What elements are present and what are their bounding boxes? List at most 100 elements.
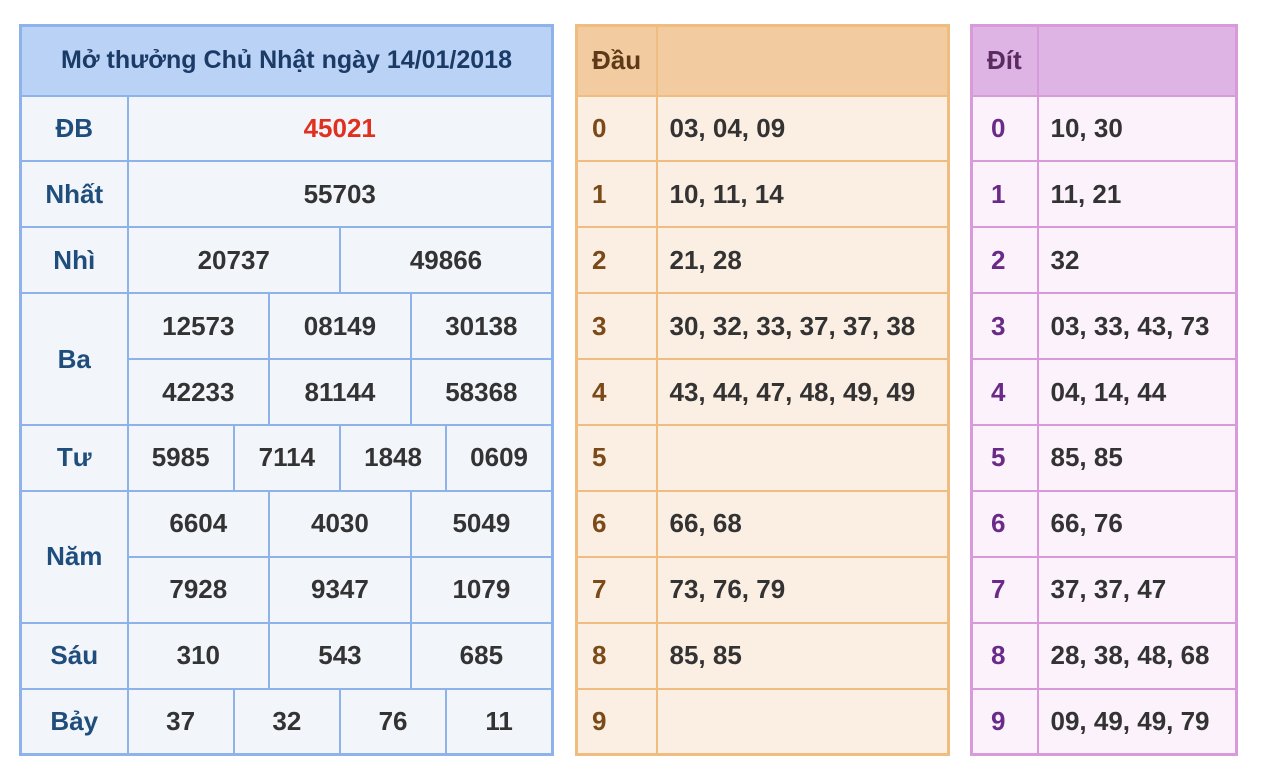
dau-digit: 3	[575, 292, 658, 361]
dit-numbers: 04, 14, 44	[1036, 358, 1238, 426]
dau-row: 9	[575, 687, 950, 756]
prize-value: 32	[232, 687, 341, 756]
prize-value: 76	[338, 687, 448, 756]
dau-numbers	[655, 687, 950, 756]
dit-numbers: 37, 37, 47	[1036, 555, 1238, 624]
prize-row-tu: Tư 5985 7114 1848 0609	[19, 423, 554, 492]
dit-row: 4 04, 14, 44	[970, 358, 1238, 426]
dau-digit: 2	[575, 226, 658, 295]
dit-row: 2 32	[970, 226, 1238, 295]
results-header-row: Mở thưởng Chủ Nhật ngày 14/01/2018	[19, 24, 554, 97]
dit-digit: 5	[970, 423, 1039, 492]
prize-row-nam: Năm 6604 4030 5049	[19, 489, 554, 624]
prize-label-nhat: Nhất	[19, 160, 129, 229]
dit-digit: 8	[970, 621, 1039, 690]
dau-row: 1 10, 11, 14	[575, 160, 950, 229]
dit-header: Đít	[970, 24, 1039, 97]
dit-rows: 0 10, 30 1 11, 21 2 32 3 03, 33, 43, 73 4 04, 14,…	[970, 94, 1238, 756]
prize-value: 543	[268, 621, 412, 690]
dit-numbers: 09, 49, 49, 79	[1036, 687, 1238, 756]
prize-value: 20737	[126, 226, 341, 295]
dau-numbers	[655, 423, 950, 492]
prize-row-db: ĐB 45021	[19, 94, 554, 163]
prize-value: 5985	[126, 423, 235, 492]
dit-numbers: 03, 33, 43, 73	[1036, 292, 1238, 361]
prize-value: 7114	[232, 423, 341, 492]
dit-digit: 4	[970, 358, 1039, 426]
dau-numbers: 43, 44, 47, 48, 49, 49	[655, 358, 950, 426]
prize-value: 37	[126, 687, 235, 756]
prize-label-bay: Bảy	[19, 687, 129, 756]
dau-header-blank	[655, 24, 950, 97]
prize-value: 1848	[338, 423, 448, 492]
prize-label-ba: Ba	[19, 292, 129, 426]
special-prize-value: 45021	[126, 94, 554, 163]
dit-row: 1 11, 21	[970, 160, 1238, 229]
dit-digit: 1	[970, 160, 1039, 229]
prize-value: 42233	[126, 358, 271, 426]
dau-row: 4 43, 44, 47, 48, 49, 49	[575, 358, 950, 426]
dit-row: 8 28, 38, 48, 68	[970, 621, 1238, 690]
dau-row: 5	[575, 423, 950, 492]
prize-label-sau: Sáu	[19, 621, 129, 690]
dit-numbers: 11, 21	[1036, 160, 1238, 229]
dit-digit: 6	[970, 489, 1039, 558]
dau-rows: 0 03, 04, 09 1 10, 11, 14 2 21, 28 3 30, 32, 33…	[575, 94, 950, 756]
dau-numbers: 30, 32, 33, 37, 37, 38	[655, 292, 950, 361]
prize-label-tu: Tư	[19, 423, 129, 492]
dau-digit: 7	[575, 555, 658, 624]
dau-numbers: 03, 04, 09	[655, 94, 950, 163]
dau-row: 0 03, 04, 09	[575, 94, 950, 163]
dau-digit: 4	[575, 358, 658, 426]
dau-row: 2 21, 28	[575, 226, 950, 295]
dit-header-row: Đít	[970, 24, 1238, 97]
dau-numbers: 21, 28	[655, 226, 950, 295]
results-table: Mở thưởng Chủ Nhật ngày 14/01/2018 ĐB 45…	[19, 24, 554, 756]
dau-digit: 5	[575, 423, 658, 492]
dau-header-row: Đầu	[575, 24, 950, 97]
dit-digit: 3	[970, 292, 1039, 361]
dit-table: Đít 0 10, 30 1 11, 21 2 32 3 03, 33, 43, 73 4 04,…	[970, 24, 1238, 756]
dit-header-blank	[1036, 24, 1238, 97]
dit-row: 6 66, 76	[970, 489, 1238, 558]
results-title: Mở thưởng Chủ Nhật ngày 14/01/2018	[19, 24, 554, 97]
prize-row-nhat: Nhất 55703	[19, 160, 554, 229]
prize-row-sau: Sáu 310 543 685	[19, 621, 554, 690]
dau-digit: 6	[575, 489, 658, 558]
prize-value: 12573	[126, 292, 271, 361]
dit-digit: 2	[970, 226, 1039, 295]
prize-value: 310	[126, 621, 271, 690]
dit-numbers: 85, 85	[1036, 423, 1238, 492]
dau-table: Đầu 0 03, 04, 09 1 10, 11, 14 2 21, 28 3 30, 32…	[575, 24, 950, 756]
prize-value: 7928	[126, 555, 271, 624]
dit-row: 0 10, 30	[970, 94, 1238, 163]
prize-value: 9347	[268, 555, 412, 624]
dau-header: Đầu	[575, 24, 658, 97]
dau-numbers: 73, 76, 79	[655, 555, 950, 624]
prize-value: 1079	[409, 555, 554, 624]
dau-digit: 1	[575, 160, 658, 229]
dau-row: 6 66, 68	[575, 489, 950, 558]
prize-value: 81144	[268, 358, 412, 426]
dau-row: 7 73, 76, 79	[575, 555, 950, 624]
dit-numbers: 28, 38, 48, 68	[1036, 621, 1238, 690]
dit-digit: 7	[970, 555, 1039, 624]
dit-digit: 0	[970, 94, 1039, 163]
dau-row: 8 85, 85	[575, 621, 950, 690]
dit-digit: 9	[970, 687, 1039, 756]
dit-numbers: 66, 76	[1036, 489, 1238, 558]
prize-value: 6604	[126, 489, 271, 558]
dau-numbers: 66, 68	[655, 489, 950, 558]
prize-value: 30138	[409, 292, 554, 361]
prize-label-nhi: Nhì	[19, 226, 129, 295]
prize-value: 4030	[268, 489, 412, 558]
dau-digit: 0	[575, 94, 658, 163]
prize-value: 58368	[409, 358, 554, 426]
prize-row-bay: Bảy 37 32 76 11	[19, 687, 554, 756]
dit-row: 9 09, 49, 49, 79	[970, 687, 1238, 756]
prize-value: 5049	[409, 489, 554, 558]
prize-value: 08149	[268, 292, 412, 361]
prize-label-db: ĐB	[19, 94, 129, 163]
dit-row: 7 37, 37, 47	[970, 555, 1238, 624]
dit-numbers: 10, 30	[1036, 94, 1238, 163]
